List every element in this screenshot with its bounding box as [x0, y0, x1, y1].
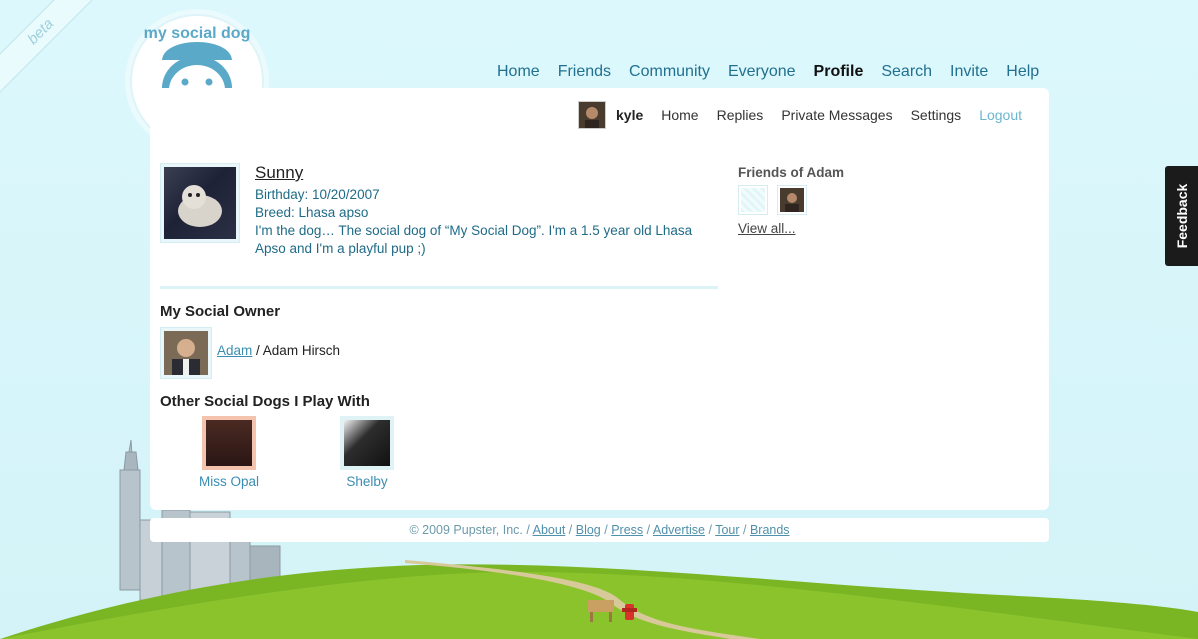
- svg-text:my social dog: my social dog: [144, 25, 251, 42]
- profile-panel: [150, 88, 1049, 510]
- nav-home[interactable]: Home: [497, 63, 540, 81]
- dog-name-link[interactable]: Sunny: [255, 163, 303, 183]
- footer-blog-link[interactable]: Blog: [576, 523, 601, 537]
- dog-details: Birthday: 10/20/2007 Breed: Lhasa apso I…: [255, 186, 715, 258]
- friend-avatar[interactable]: [777, 185, 807, 215]
- subnav-home[interactable]: Home: [661, 107, 698, 123]
- user-navigation: kyle Home Replies Private Messages Setti…: [578, 100, 1040, 130]
- footer-press-link[interactable]: Press: [611, 523, 643, 537]
- playmate-name-link[interactable]: Miss Opal: [184, 474, 274, 489]
- section-divider: [160, 286, 718, 289]
- playmate-card[interactable]: Miss Opal: [184, 416, 274, 489]
- friend-avatar-placeholder[interactable]: [738, 185, 768, 215]
- dog-breed: Breed: Lhasa apso: [255, 205, 369, 220]
- subnav-replies[interactable]: Replies: [717, 107, 764, 123]
- nav-profile[interactable]: Profile: [814, 63, 864, 81]
- footer-about-link[interactable]: About: [533, 523, 566, 537]
- footer: © 2009 Pupster, Inc. / About / Blog / Pr…: [150, 518, 1049, 542]
- owner-username-link[interactable]: Adam: [217, 343, 252, 358]
- playmate-name-link[interactable]: Shelby: [322, 474, 412, 489]
- playmate-card[interactable]: Shelby: [322, 416, 412, 489]
- friends-heading: Friends of Adam: [738, 165, 845, 180]
- subnav-settings[interactable]: Settings: [911, 107, 962, 123]
- nav-search[interactable]: Search: [881, 63, 932, 81]
- subnav-private-messages[interactable]: Private Messages: [781, 107, 892, 123]
- logout-link[interactable]: Logout: [979, 107, 1022, 123]
- view-all-friends-link[interactable]: View all...: [738, 221, 796, 236]
- copyright: © 2009 Pupster, Inc.: [409, 523, 523, 537]
- footer-tour-link[interactable]: Tour: [715, 523, 739, 537]
- owner-name-line: Adam / Adam Hirsch: [217, 343, 340, 358]
- nav-friends[interactable]: Friends: [558, 63, 611, 81]
- playmate-photo[interactable]: [340, 416, 394, 470]
- nav-help[interactable]: Help: [1006, 63, 1039, 81]
- dog-birthday: Birthday: 10/20/2007: [255, 187, 380, 202]
- footer-brands-link[interactable]: Brands: [750, 523, 790, 537]
- nav-community[interactable]: Community: [629, 63, 710, 81]
- owner-separator: /: [252, 343, 263, 358]
- dog-profile-photo[interactable]: [160, 163, 240, 243]
- username-label[interactable]: kyle: [616, 107, 643, 123]
- playmate-photo[interactable]: [202, 416, 256, 470]
- main-navigation: Home Friends Community Everyone Profile …: [497, 63, 1057, 81]
- owner-fullname: Adam Hirsch: [262, 343, 341, 358]
- nav-invite[interactable]: Invite: [950, 63, 988, 81]
- owner-heading: My Social Owner: [160, 303, 281, 320]
- user-avatar[interactable]: [578, 101, 606, 129]
- nav-everyone[interactable]: Everyone: [728, 63, 796, 81]
- dog-bio: I'm the dog… The social dog of “My Socia…: [255, 223, 693, 256]
- feedback-label: Feedback: [1173, 183, 1190, 249]
- owner-photo[interactable]: [160, 327, 212, 379]
- playmates-heading: Other Social Dogs I Play With: [160, 393, 370, 410]
- feedback-tab[interactable]: Feedback: [1165, 166, 1198, 266]
- footer-advertise-link[interactable]: Advertise: [653, 523, 705, 537]
